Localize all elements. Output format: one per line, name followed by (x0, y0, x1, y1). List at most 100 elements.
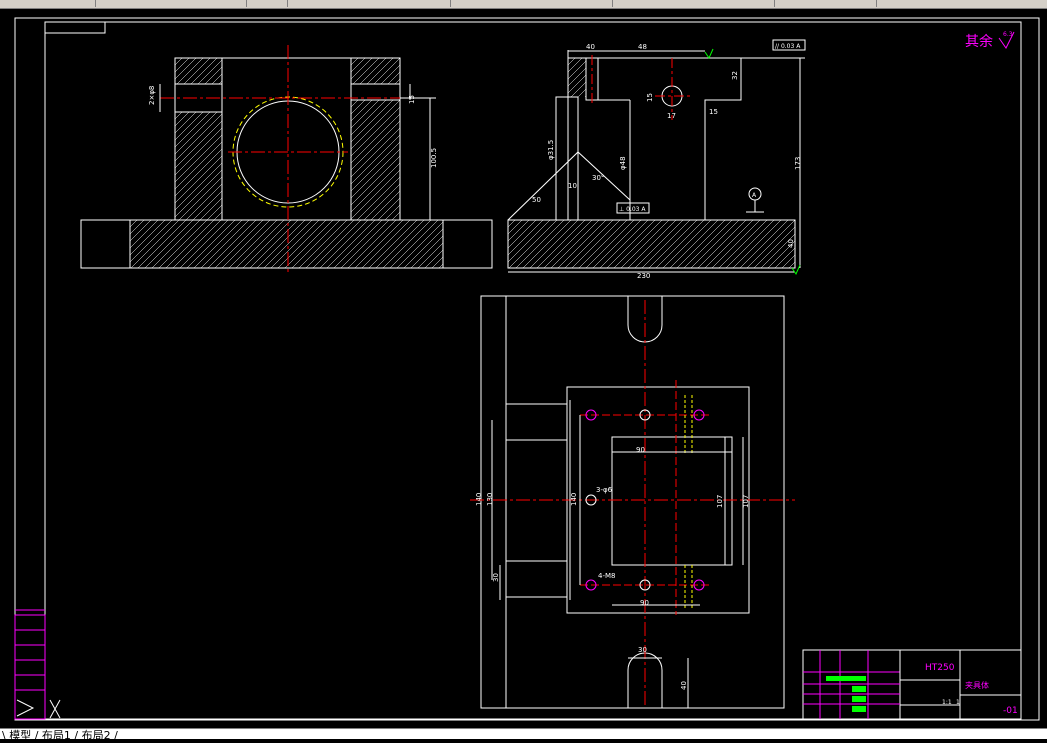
hatch-line (144, 219, 194, 269)
hatch-line (221, 219, 271, 269)
hatch-line (431, 256, 444, 269)
toolbar-seg[interactable] (0, 0, 96, 7)
hatch-line (648, 219, 698, 269)
hatch-line (176, 57, 204, 85)
plan-107a: 107 (716, 495, 724, 508)
hatch-line (350, 127, 401, 178)
toolbar-seg[interactable] (247, 0, 288, 7)
hatch-line (340, 219, 390, 269)
hatch-line (174, 127, 223, 176)
dim-phi48: φ48 (619, 156, 627, 170)
hatch-line (174, 57, 190, 73)
hatch-line (129, 219, 138, 228)
toolbar-seg[interactable] (776, 0, 877, 7)
hatch-line (606, 219, 656, 269)
plan-90-top: 90 (636, 446, 645, 454)
hatch-line (256, 219, 306, 269)
hatch-line (186, 219, 236, 269)
hatch-line (350, 148, 401, 199)
hatch-line (641, 219, 691, 269)
hatch-line (599, 219, 649, 269)
hatch-line (350, 57, 359, 66)
drawing-canvas[interactable]: 2×φ8 15 100.5 40 48 // 0.03 A 32 15 17 1 (0, 8, 1047, 728)
hatch-line (507, 219, 523, 235)
hatch-line (129, 219, 145, 235)
hatch-line (718, 219, 768, 269)
hatch-line (350, 162, 401, 213)
hatch-line (174, 111, 190, 127)
hatch-line (655, 219, 705, 269)
hatch-line (350, 169, 401, 220)
toolbar-seg[interactable] (96, 0, 247, 7)
hatch-line (508, 219, 558, 269)
hatch-line (319, 219, 369, 269)
plan-140b: 140 (570, 493, 578, 506)
plan-pocket (611, 436, 733, 566)
hatch-line (312, 219, 362, 269)
dim-40-side: 40 (787, 239, 795, 248)
outer-border (14, 17, 1040, 721)
hatch-line (507, 219, 516, 228)
hatch-line (384, 204, 401, 221)
hatch-line (158, 219, 208, 269)
hatch-line (669, 219, 719, 269)
hatch-line (350, 155, 401, 206)
hatch-line (387, 71, 401, 85)
hatch-line (350, 99, 359, 108)
hatch-line (185, 183, 223, 221)
hatch-line (507, 219, 544, 256)
hatch-line (788, 261, 796, 269)
part-name: 夹具体 (965, 680, 989, 690)
roughness-icon (704, 48, 714, 60)
hatch-line (130, 219, 180, 269)
hatch-line (536, 219, 586, 269)
title-block: HT250 夹具体 -01 1:1 1 (802, 649, 1022, 720)
hatch-line (570, 81, 587, 98)
toolbar-seg[interactable] (452, 0, 613, 7)
hatch-line (350, 106, 401, 157)
slot-40: 40 (680, 681, 688, 690)
dim-17: 17 (667, 112, 676, 120)
hatch-line (368, 219, 418, 269)
dim-15b: 15 (709, 108, 718, 116)
hatch-line (172, 219, 222, 269)
ucs-icon (16, 699, 35, 717)
hatch-line (567, 60, 587, 80)
hatch-line (174, 162, 223, 211)
hatch-line (373, 57, 401, 85)
hatch-line (197, 59, 223, 85)
hatch-line (178, 176, 223, 221)
hatch-line (204, 66, 223, 85)
toolbar-seg[interactable] (614, 0, 775, 7)
hatch-line (410, 235, 444, 269)
hatch-line (515, 219, 565, 269)
hatch-line (350, 99, 394, 143)
hatch-line (564, 219, 614, 269)
hatch-line (550, 219, 600, 269)
hatch-line (507, 219, 537, 249)
toolbar-seg[interactable] (290, 0, 451, 7)
hatch-line (192, 190, 223, 221)
hatch-line (356, 176, 401, 221)
plan-holes-b: 4-M8 (598, 572, 615, 580)
dim-48-top: 48 (638, 43, 647, 51)
hatch-line (352, 57, 380, 85)
front-dim-100: 100.5 (430, 148, 438, 168)
dim-10: 10 (568, 182, 577, 190)
plan-107b: 107 (742, 495, 750, 508)
hatch-line (620, 219, 670, 269)
dim-173: 173 (794, 157, 802, 170)
perp-text: ⊥ 0.03 A (619, 206, 646, 213)
plan-holes-a: 3-φ6 (596, 486, 613, 494)
hatch-line (571, 219, 621, 269)
hatch-line (370, 190, 401, 221)
hatch-line (350, 57, 366, 73)
hatch-line (129, 219, 166, 256)
hatch-line (235, 219, 285, 269)
hatch-line (585, 219, 635, 269)
layout-tabs[interactable]: \ 模型 / 布局1 / 布局2 / (2, 727, 118, 743)
hatch-line (375, 219, 425, 269)
scale-a: 1:1 (942, 699, 952, 706)
layout-tab-bar[interactable]: \ 模型 / 布局1 / 布局2 / (0, 728, 1047, 742)
hatch-line (382, 219, 432, 269)
